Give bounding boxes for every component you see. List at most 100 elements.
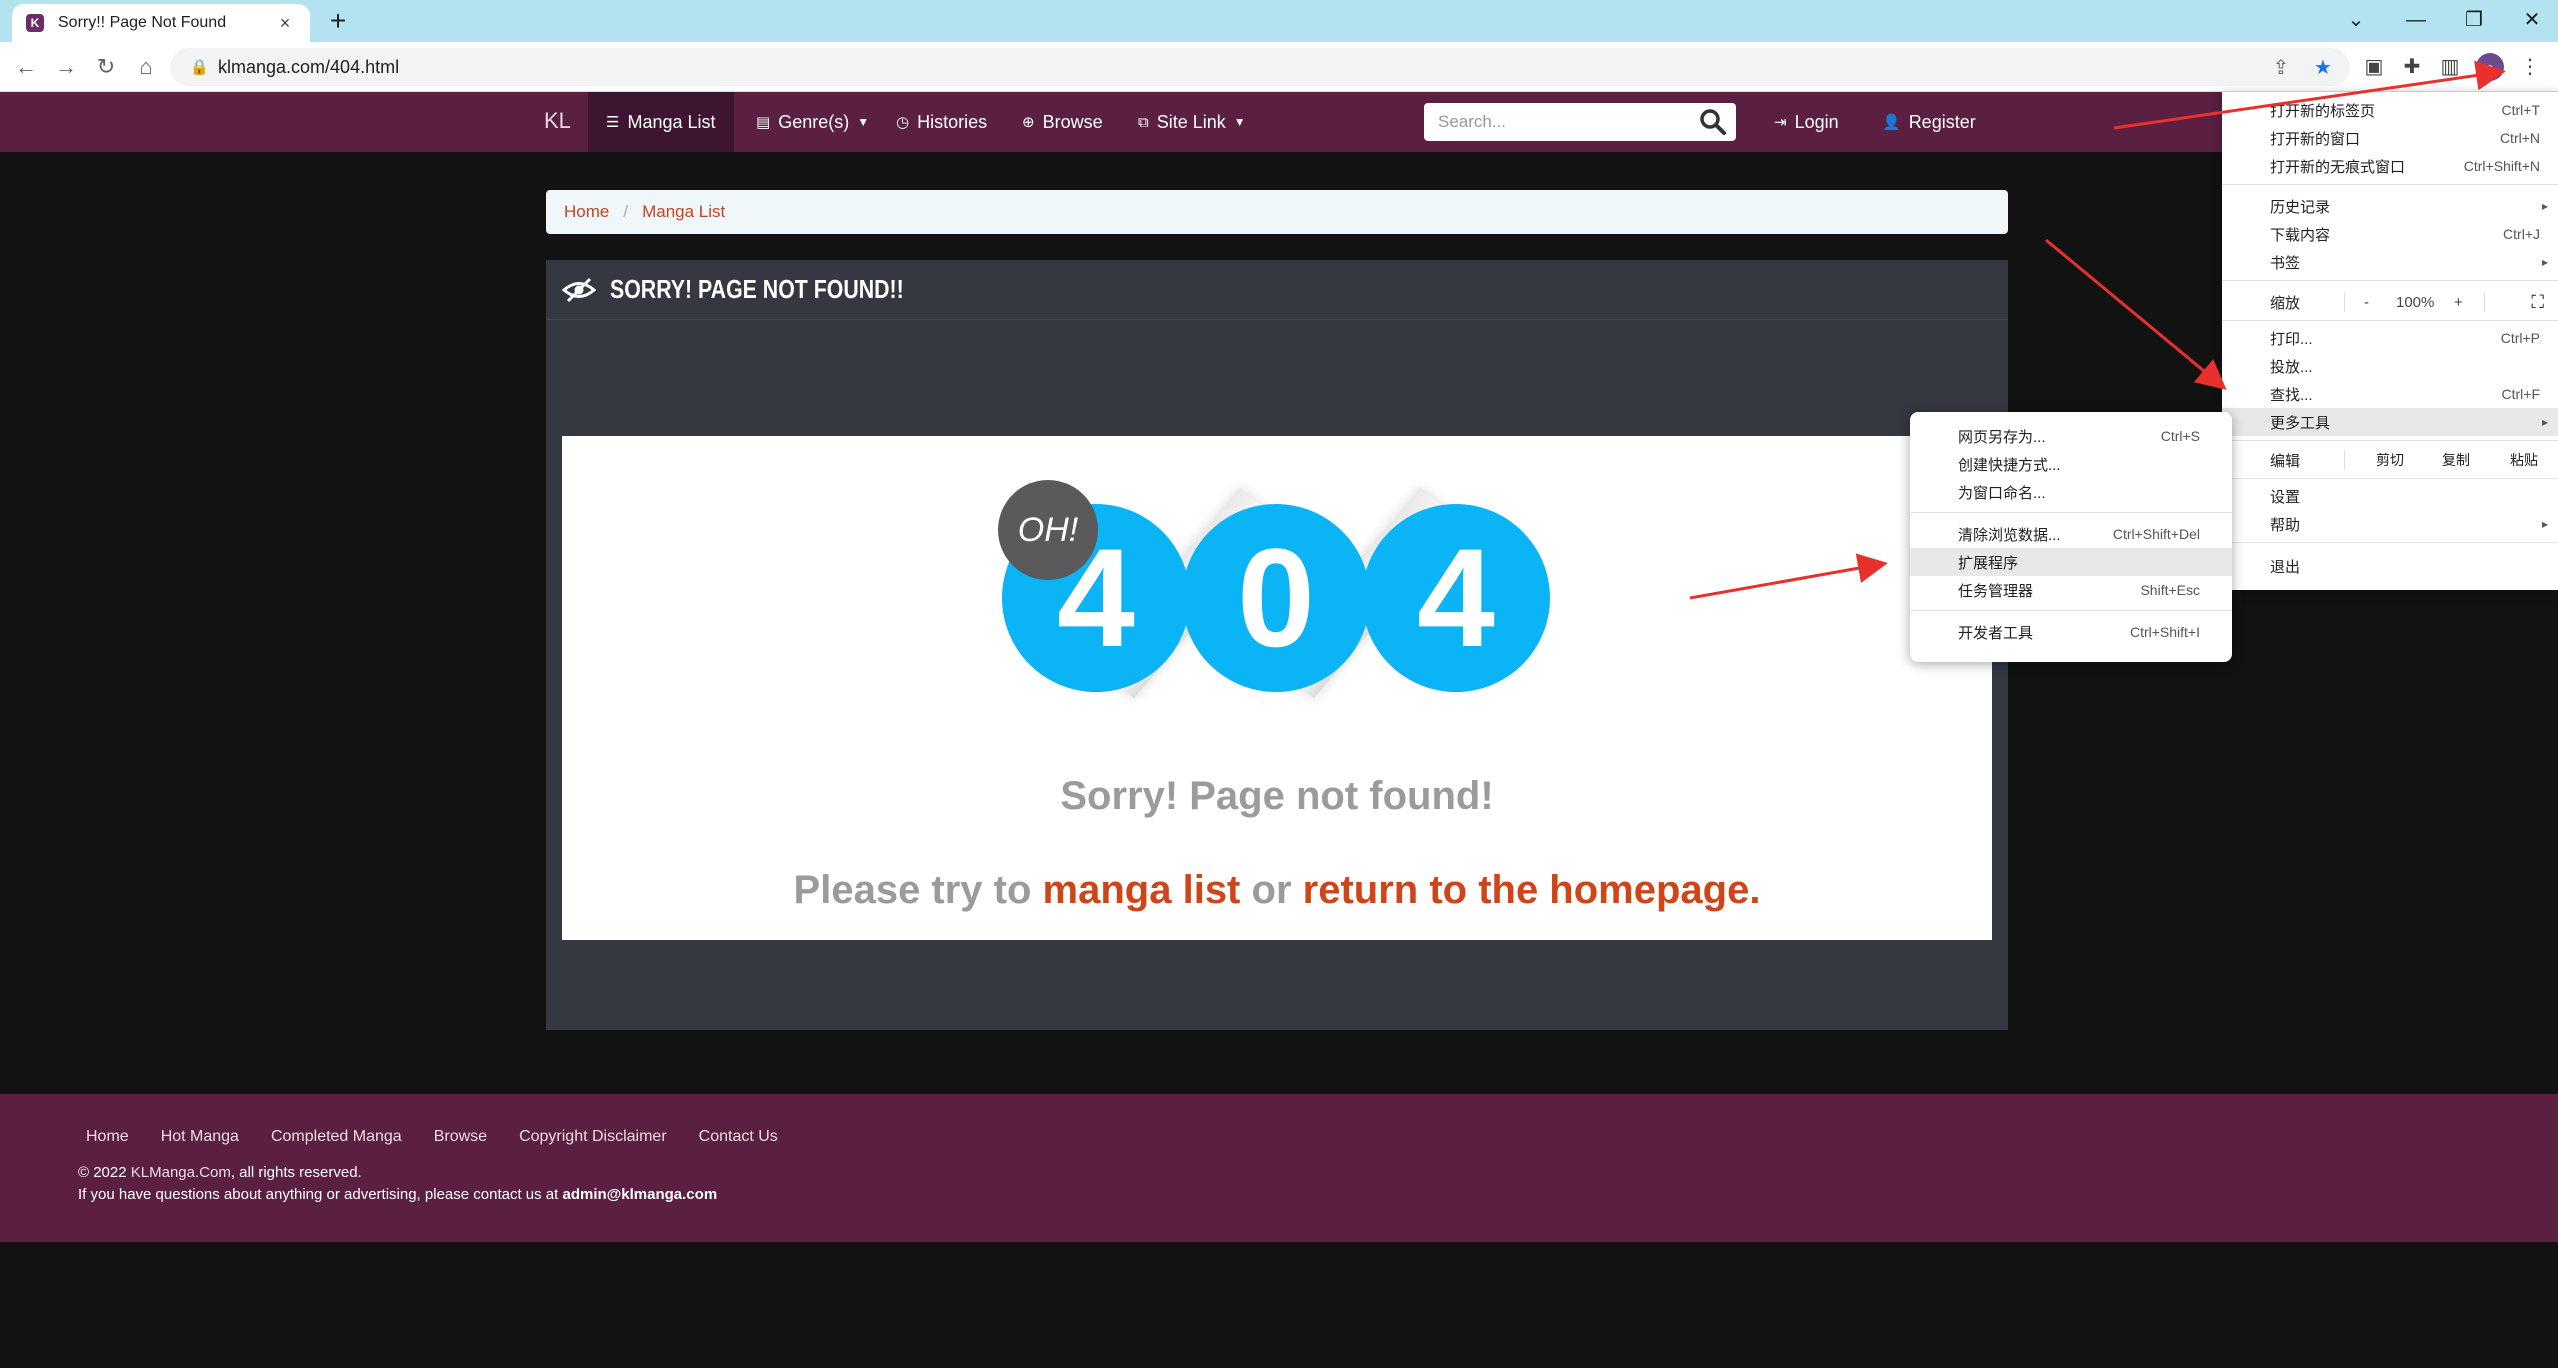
panel-title: SORRY! PAGE NOT FOUND!! — [610, 274, 904, 304]
menu-more-tools[interactable]: 更多工具 ▸ — [2222, 408, 2558, 436]
menu-new-tab[interactable]: 打开新的标签页 Ctrl+T — [2222, 96, 2558, 124]
contact-email[interactable]: admin@klmanga.com — [562, 1186, 717, 1203]
submenu-create-shortcut[interactable]: 创建快捷方式... — [1910, 450, 2232, 478]
footer-link-copyright[interactable]: Copyright Disclaimer — [519, 1128, 667, 1146]
menu-label: 缩放 — [2270, 294, 2301, 312]
menu-separator — [2222, 280, 2558, 281]
menu-label: 为窗口命名... — [1958, 484, 2046, 502]
menu-label: 帮助 — [2270, 516, 2301, 534]
search-icon[interactable] — [1698, 107, 1728, 137]
menu-cast[interactable]: 投放... — [2222, 352, 2558, 380]
menu-shortcut: Ctrl+T — [2501, 102, 2541, 118]
copy-button[interactable]: 复制 — [2442, 450, 2470, 470]
extension-tab-icon[interactable]: ▣ — [2360, 53, 2388, 81]
menu-shortcut: Ctrl+Shift+I — [2129, 624, 2200, 640]
menu-print[interactable]: 打印... Ctrl+P — [2222, 324, 2558, 352]
submenu-name-window[interactable]: 为窗口命名... — [1910, 478, 2232, 506]
menu-label: 任务管理器 — [1958, 582, 2034, 600]
footer-link-completed-manga[interactable]: Completed Manga — [271, 1128, 402, 1146]
window-close-button[interactable]: ✕ — [2512, 4, 2552, 36]
error-message: Sorry! Page not found! — [1060, 774, 1494, 818]
submenu-arrow-icon: ▸ — [2541, 517, 2548, 531]
submenu-arrow-icon: ▸ — [2541, 415, 2548, 429]
submenu-clear-browsing-data[interactable]: 清除浏览数据... Ctrl+Shift+Del — [1910, 520, 2232, 548]
forward-arrow-icon[interactable]: → — [50, 51, 82, 83]
suggest-suffix: . — [1749, 868, 1761, 912]
reload-icon[interactable]: ↻ — [90, 51, 122, 83]
fullscreen-icon[interactable]: ⛶ — [2531, 292, 2544, 313]
nav-histories[interactable]: ◷ Histories — [878, 92, 1005, 152]
menu-separator — [2222, 478, 2558, 479]
menu-history[interactable]: 历史记录 ▸ — [2222, 192, 2558, 220]
site-brand[interactable]: KL — [544, 108, 571, 134]
browser-toolbar: ← → ↻ ⌂ 🔒 klmanga.com/404.html ⇪ ★ ▣ ✚ ▥… — [0, 42, 2558, 92]
menu-find[interactable]: 查找... Ctrl+F — [2222, 380, 2558, 408]
bookmark-star-icon[interactable]: ★ — [2310, 55, 2336, 80]
browser-tab[interactable]: K Sorry!! Page Not Found × — [12, 4, 310, 42]
back-arrow-icon[interactable]: ← — [10, 51, 42, 83]
breadcrumb-manga-list[interactable]: Manga List — [642, 202, 725, 222]
puzzle-extensions-icon[interactable]: ✚ — [2398, 53, 2426, 81]
menu-shortcut: Ctrl+N — [2499, 130, 2540, 146]
menu-downloads[interactable]: 下载内容 Ctrl+J — [2222, 220, 2558, 248]
site-search — [1424, 103, 1736, 141]
menu-shortcut: Ctrl+P — [2500, 330, 2540, 346]
address-bar[interactable]: 🔒 klmanga.com/404.html ⇪ ★ — [170, 48, 2350, 86]
nav-browse[interactable]: ⊕ Browse — [1004, 92, 1121, 152]
zoom-out-button[interactable]: - — [2364, 294, 2369, 311]
window-minimize-button[interactable]: — — [2396, 4, 2436, 36]
submenu-task-manager[interactable]: 任务管理器 Shift+Esc — [1910, 576, 2232, 604]
url-text[interactable]: klmanga.com/404.html — [218, 57, 399, 78]
login-link[interactable]: ⇥ Login — [1756, 92, 1857, 152]
error-suggestion: Please try to manga list or return to th… — [546, 868, 2008, 913]
menu-help[interactable]: 帮助 ▸ — [2222, 510, 2558, 538]
menu-new-window[interactable]: 打开新的窗口 Ctrl+N — [2222, 124, 2558, 152]
login-label: Login — [1794, 111, 1839, 132]
panel-header: SORRY! PAGE NOT FOUND!! — [546, 260, 2008, 320]
homepage-link[interactable]: return to the homepage — [1303, 868, 1750, 912]
menu-settings[interactable]: 设置 — [2222, 482, 2558, 510]
contact-text: If you have questions about anything or … — [78, 1186, 559, 1203]
copyright-site-link[interactable]: KLManga.Com — [131, 1164, 231, 1181]
tab-close-icon[interactable]: × — [274, 13, 296, 34]
chrome-menu-icon[interactable]: ⋮ — [2516, 53, 2544, 81]
search-input[interactable] — [1424, 103, 1694, 141]
footer-link-contact[interactable]: Contact Us — [699, 1128, 778, 1146]
user-icon: 👤 — [1882, 114, 1901, 131]
breadcrumb-home[interactable]: Home — [564, 202, 609, 222]
menu-zoom: 缩放 - 100% + ⛶ — [2222, 288, 2558, 316]
window-restore-button[interactable]: ❐ — [2454, 4, 2494, 36]
cut-button[interactable]: 剪切 — [2376, 450, 2404, 470]
footer-link-home[interactable]: Home — [86, 1128, 129, 1146]
paste-button[interactable]: 粘贴 — [2510, 450, 2538, 470]
footer-link-hot-manga[interactable]: Hot Manga — [161, 1128, 239, 1146]
nav-manga-list[interactable]: ☰ Manga List — [588, 92, 734, 152]
menu-new-incognito[interactable]: 打开新的无痕式窗口 Ctrl+Shift+N — [2222, 152, 2558, 180]
menu-bookmarks[interactable]: 书签 ▸ — [2222, 248, 2558, 276]
submenu-extensions[interactable]: 扩展程序 — [1910, 548, 2232, 576]
menu-label: 打开新的无痕式窗口 — [2270, 158, 2406, 176]
tab-search-icon[interactable]: ⌄ — [2336, 4, 2376, 36]
register-link[interactable]: 👤 Register — [1864, 92, 1994, 152]
profile-avatar-icon[interactable]: ● — [2476, 53, 2504, 81]
menu-separator — [2222, 542, 2558, 543]
submenu-save-page[interactable]: 网页另存为... Ctrl+S — [1910, 422, 2232, 450]
side-panel-icon[interactable]: ▥ — [2436, 53, 2464, 81]
footer-link-browse[interactable]: Browse — [434, 1128, 487, 1146]
new-tab-button[interactable]: + — [322, 5, 354, 37]
register-label: Register — [1908, 111, 1976, 132]
browser-tab-bar: K Sorry!! Page Not Found × + ⌄ — ❐ ✕ — [0, 0, 2558, 42]
menu-label: 打印... — [2270, 330, 2313, 348]
copyright-prefix: © 2022 — [78, 1164, 127, 1181]
menu-shortcut: Ctrl+Shift+Del — [2112, 526, 2200, 542]
share-icon[interactable]: ⇪ — [2268, 55, 2294, 80]
nav-site-link[interactable]: ⧉ Site Link ▼ — [1120, 92, 1264, 152]
submenu-developer-tools[interactable]: 开发者工具 Ctrl+Shift+I — [1910, 618, 2232, 646]
manga-list-link[interactable]: manga list — [1043, 868, 1241, 912]
nav-genres[interactable]: ▤ Genre(s) ▼ — [738, 92, 887, 152]
home-icon[interactable]: ⌂ — [130, 51, 162, 83]
menu-label: 打开新的标签页 — [2270, 102, 2376, 120]
site-favicon-icon: K — [26, 14, 44, 32]
menu-exit[interactable]: 退出 — [2222, 552, 2558, 580]
zoom-in-button[interactable]: + — [2454, 294, 2463, 311]
